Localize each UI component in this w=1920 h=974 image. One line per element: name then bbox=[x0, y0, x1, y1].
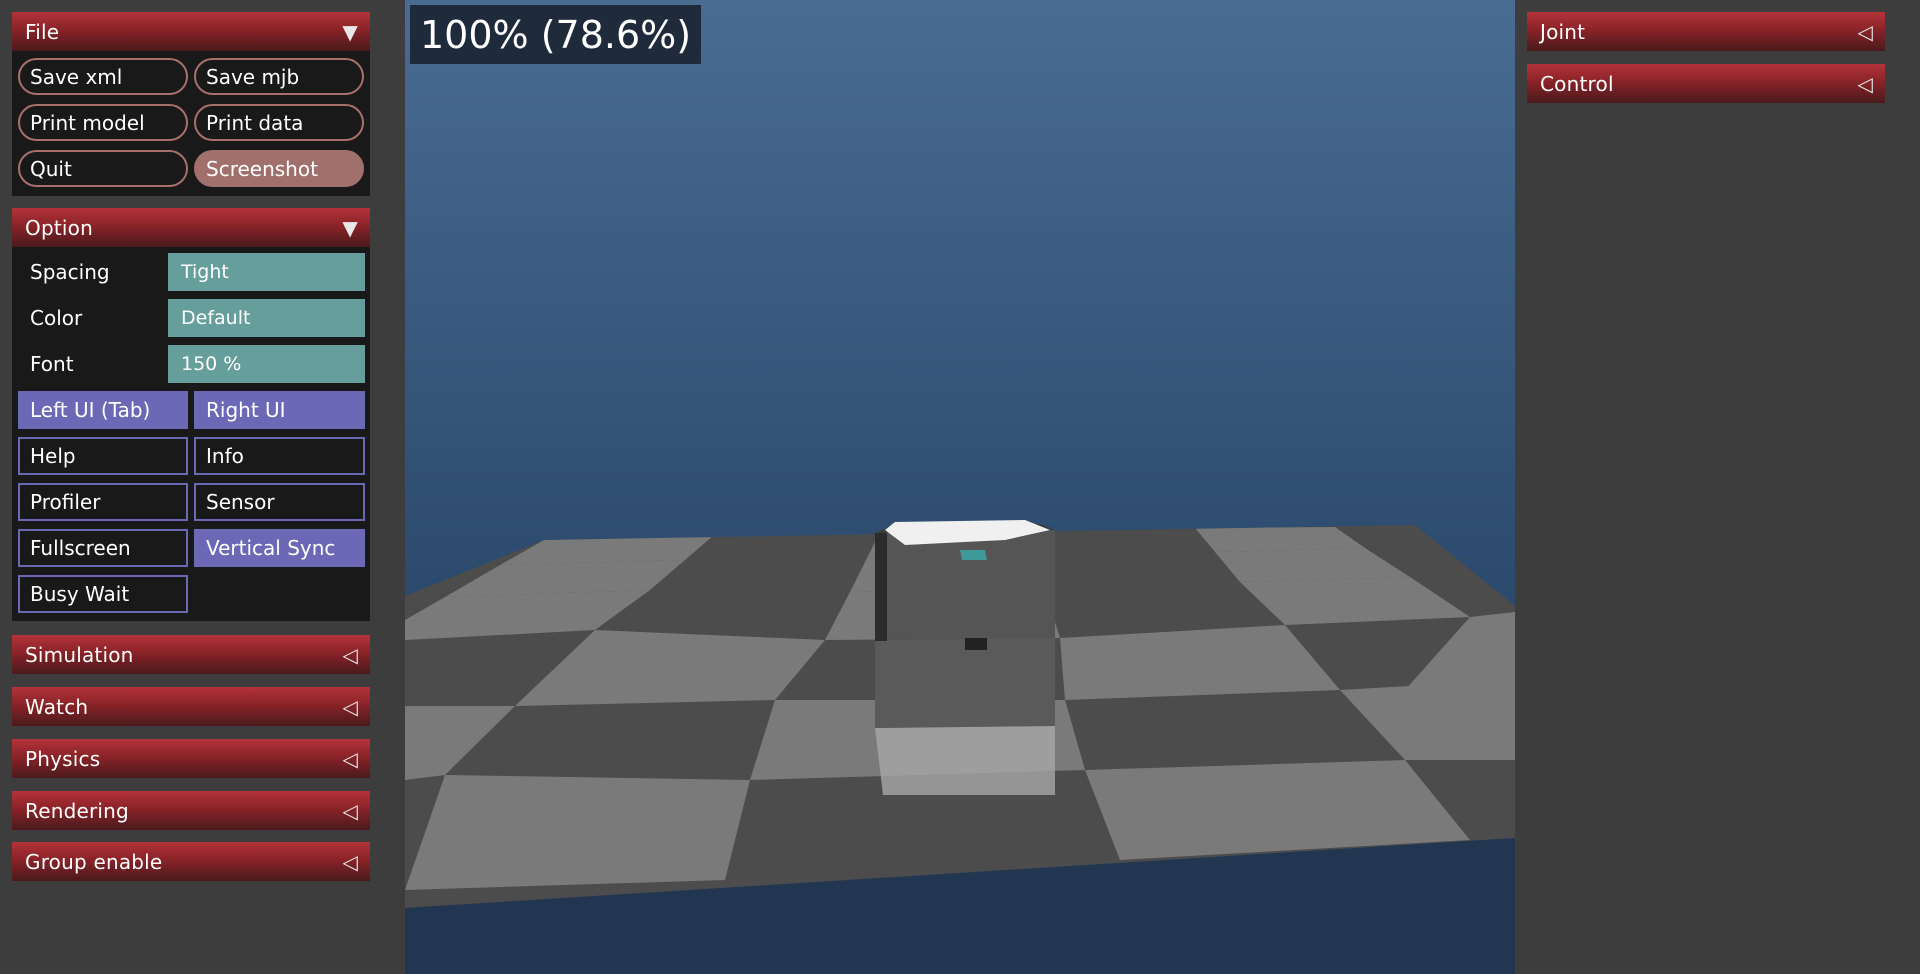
watch-section: Watch ◁ bbox=[12, 687, 370, 726]
triangle-left-icon: ◁ bbox=[342, 798, 358, 823]
triangle-left-icon: ◁ bbox=[1857, 71, 1873, 96]
fullscreen-toggle[interactable]: Fullscreen bbox=[18, 529, 188, 567]
triangle-left-icon: ◁ bbox=[342, 849, 358, 874]
right-ui-toggle[interactable]: Right UI bbox=[194, 391, 365, 429]
group-enable-section-title: Group enable bbox=[25, 849, 163, 874]
watch-section-header[interactable]: Watch ◁ bbox=[12, 687, 370, 726]
spacing-select[interactable]: Tight bbox=[168, 253, 365, 291]
simulation-section-header[interactable]: Simulation ◁ bbox=[12, 635, 370, 674]
save-mjb-button[interactable]: Save mjb bbox=[194, 58, 364, 95]
color-select[interactable]: Default bbox=[168, 299, 365, 337]
physics-section: Physics ◁ bbox=[12, 739, 370, 778]
vertical-sync-toggle[interactable]: Vertical Sync bbox=[194, 529, 365, 567]
control-section-title: Control bbox=[1540, 71, 1614, 96]
print-data-button[interactable]: Print data bbox=[194, 104, 364, 141]
control-section: Control ◁ bbox=[1527, 64, 1885, 103]
physics-section-title: Physics bbox=[25, 746, 101, 771]
fps-overlay: 100% (78.6%) bbox=[410, 5, 702, 64]
print-model-button[interactable]: Print model bbox=[18, 104, 188, 141]
triangle-left-icon: ◁ bbox=[342, 694, 358, 719]
rendering-section-header[interactable]: Rendering ◁ bbox=[12, 791, 370, 830]
file-section: File ▼ Save xml Save mjb Print model Pri… bbox=[12, 12, 370, 196]
rendering-section: Rendering ◁ bbox=[12, 791, 370, 830]
physics-section-header[interactable]: Physics ◁ bbox=[12, 739, 370, 778]
triangle-down-icon: ▼ bbox=[342, 19, 358, 44]
left-ui-panel: File ▼ Save xml Save mjb Print model Pri… bbox=[0, 0, 405, 974]
option-section-header[interactable]: Option ▼ bbox=[12, 208, 370, 247]
option-section-title: Option bbox=[25, 215, 93, 240]
file-section-title: File bbox=[25, 19, 60, 44]
info-toggle[interactable]: Info bbox=[194, 437, 365, 475]
simulation-section-title: Simulation bbox=[25, 642, 134, 667]
joint-section-header[interactable]: Joint ◁ bbox=[1527, 12, 1885, 51]
screenshot-button[interactable]: Screenshot bbox=[194, 150, 364, 187]
file-section-body: Save xml Save mjb Print model Print data… bbox=[12, 51, 370, 196]
spacing-label: Spacing bbox=[30, 260, 110, 284]
right-ui-panel: Joint ◁ Control ◁ bbox=[1515, 0, 1920, 974]
quit-button[interactable]: Quit bbox=[18, 150, 188, 187]
file-section-header[interactable]: File ▼ bbox=[12, 12, 370, 51]
joint-section-title: Joint bbox=[1540, 19, 1586, 44]
triangle-left-icon: ◁ bbox=[342, 746, 358, 771]
simulation-section: Simulation ◁ bbox=[12, 635, 370, 674]
option-section-body: Spacing Tight Color Default Font 150 % L… bbox=[12, 247, 370, 621]
control-section-header[interactable]: Control ◁ bbox=[1527, 64, 1885, 103]
option-section: Option ▼ Spacing Tight Color Default Fon… bbox=[12, 208, 370, 621]
watch-section-title: Watch bbox=[25, 694, 89, 719]
3d-viewport[interactable] bbox=[405, 0, 1515, 974]
save-xml-button[interactable]: Save xml bbox=[18, 58, 188, 95]
triangle-down-icon: ▼ bbox=[342, 215, 358, 240]
rendering-section-title: Rendering bbox=[25, 798, 129, 823]
scene-render bbox=[405, 0, 1515, 974]
left-ui-toggle[interactable]: Left UI (Tab) bbox=[18, 391, 188, 429]
group-enable-section: Group enable ◁ bbox=[12, 842, 370, 881]
profiler-toggle[interactable]: Profiler bbox=[18, 483, 188, 521]
busy-wait-toggle[interactable]: Busy Wait bbox=[18, 575, 188, 613]
help-toggle[interactable]: Help bbox=[18, 437, 188, 475]
font-select[interactable]: 150 % bbox=[168, 345, 365, 383]
color-label: Color bbox=[30, 306, 83, 330]
triangle-left-icon: ◁ bbox=[1857, 19, 1873, 44]
triangle-left-icon: ◁ bbox=[342, 642, 358, 667]
font-label: Font bbox=[30, 352, 74, 376]
sensor-toggle[interactable]: Sensor bbox=[194, 483, 365, 521]
joint-section: Joint ◁ bbox=[1527, 12, 1885, 51]
group-enable-section-header[interactable]: Group enable ◁ bbox=[12, 842, 370, 881]
box-object bbox=[875, 520, 1055, 795]
